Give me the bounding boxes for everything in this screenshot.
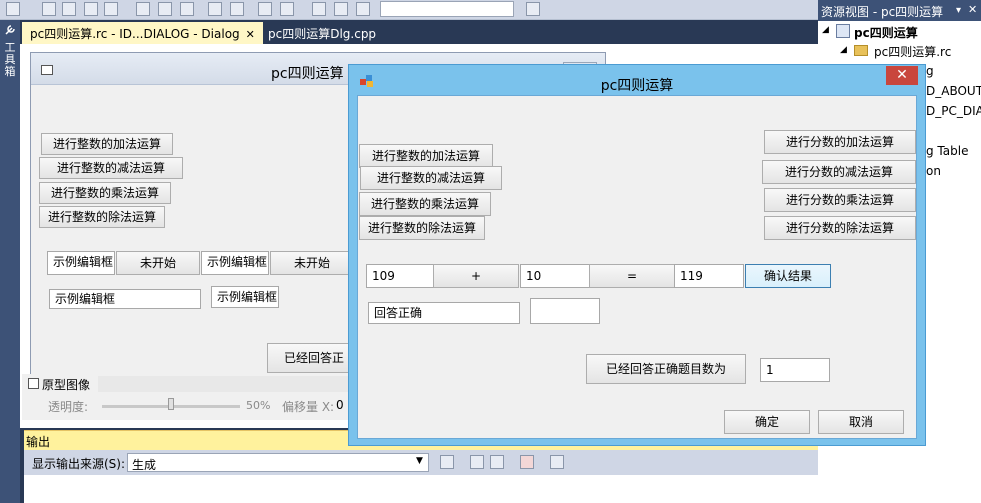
designer-title: pc四则运算	[271, 66, 344, 82]
folder-icon	[854, 45, 868, 56]
next-message-icon[interactable]	[490, 455, 504, 469]
correct-count-button[interactable]: 已经回答正确题目数为	[586, 354, 746, 384]
tree-item-string-table[interactable]: g Table	[926, 144, 968, 158]
dialog-title: pc四则运算	[600, 78, 674, 94]
toolbox-strip[interactable]: 工具箱	[0, 20, 20, 503]
sample-edit-1[interactable]: 示例编辑框	[47, 251, 115, 275]
int-mul-button[interactable]: 进行整数的乘法运算	[359, 192, 491, 216]
opacity-label: 透明度:	[48, 400, 89, 414]
opacity-value: 50%	[246, 399, 271, 412]
close-icon: ✕	[896, 67, 908, 83]
slider-thumb[interactable]	[168, 398, 174, 410]
operand1-field[interactable]: 109	[366, 264, 434, 288]
output-source-value: 生成	[132, 458, 157, 472]
correct-count-field[interactable]: 1	[760, 358, 830, 382]
output-source-label: 显示输出来源(S):	[32, 457, 126, 471]
not-started-2[interactable]: 未开始	[270, 251, 354, 275]
tree-item-pc-dialog[interactable]: D_PC_DIA	[926, 104, 981, 118]
align-center-icon[interactable]	[62, 2, 76, 16]
operator-button[interactable]: +	[433, 264, 519, 288]
align-top-icon[interactable]	[104, 2, 118, 16]
frac-div-button[interactable]: 进行分数的除法运算	[764, 216, 916, 240]
int-add-button[interactable]: 进行整数的加法运算	[359, 144, 493, 168]
center-vertical-icon[interactable]	[258, 2, 272, 16]
sample-edit-3[interactable]: 示例编辑框	[49, 289, 201, 309]
toolbar-combo[interactable]	[380, 1, 514, 17]
collapse-icon[interactable]: ◢	[840, 45, 847, 55]
frac-add-button[interactable]: 进行分数的加法运算	[764, 130, 916, 154]
clear-all-icon[interactable]	[520, 455, 534, 469]
guides-icon[interactable]	[334, 2, 348, 16]
center-horizontal-icon[interactable]	[280, 2, 294, 16]
wrench-icon	[5, 25, 15, 35]
make-same-height-icon[interactable]	[158, 2, 172, 16]
equals-button[interactable]: =	[589, 264, 675, 288]
word-wrap-icon[interactable]	[550, 455, 564, 469]
sample-edit-2[interactable]: 示例编辑框	[201, 251, 269, 275]
resource-view-title: 资源视图 - pc四则运算	[821, 5, 944, 19]
project-icon	[836, 24, 850, 38]
output-title: 输出	[26, 435, 51, 449]
save-icon[interactable]	[6, 2, 20, 16]
tab-label: pc四则运算.rc - ID...DIALOG - Dialog	[30, 27, 240, 41]
space-down-icon[interactable]	[230, 2, 244, 16]
confirm-button[interactable]: 确认结果	[745, 264, 831, 288]
int-add-button[interactable]: 进行整数的加法运算	[41, 133, 173, 155]
extra-field[interactable]	[530, 298, 600, 324]
frac-mul-button[interactable]: 进行分数的乘法运算	[764, 188, 916, 212]
make-same-width-icon[interactable]	[136, 2, 150, 16]
pc-calculator-dialog: pc四则运算 ✕ 进行整数的加法运算 进行整数的减法运算 进行整数的乘法运算 进…	[348, 64, 926, 446]
align-right-icon[interactable]	[84, 2, 98, 16]
prototype-label: 原型图像	[42, 378, 91, 392]
dialog-client: 进行整数的加法运算 进行整数的减法运算 进行整数的乘法运算 进行整数的除法运算 …	[357, 95, 917, 439]
find-in-output-icon[interactable]	[440, 455, 454, 469]
output-toolbar: 显示输出来源(S): 生成 ▼	[24, 450, 818, 475]
int-div-button[interactable]: 进行整数的除法运算	[39, 206, 165, 228]
operand2-field[interactable]: 10	[520, 264, 590, 288]
main-toolbar	[0, 0, 818, 20]
toolbar-options-icon[interactable]	[526, 2, 540, 16]
toolbox-label: 工具箱	[4, 41, 16, 78]
tab-rc-dialog[interactable]: pc四则运算.rc - ID...DIALOG - Dialog ✕	[22, 22, 263, 44]
resource-view-header: 资源视图 - pc四则运算 ▾ ✕	[818, 0, 981, 21]
tree-item-about[interactable]: D_ABOUT	[926, 84, 981, 98]
chevron-down-icon: ▼	[416, 456, 423, 466]
tab-label: pc四则运算Dlg.cpp	[268, 27, 377, 41]
prototype-checkbox[interactable]	[28, 378, 39, 389]
close-button[interactable]: ✕	[886, 66, 918, 85]
tree-item-version[interactable]: on	[926, 164, 941, 178]
cancel-button[interactable]: 取消	[818, 410, 904, 434]
close-icon[interactable]: ✕	[246, 28, 255, 41]
result-field[interactable]: 回答正确	[368, 302, 520, 324]
offset-value[interactable]: 0	[336, 398, 344, 412]
ok-button[interactable]: 确定	[724, 410, 810, 434]
sample-edit-4[interactable]: 示例编辑框	[211, 286, 279, 308]
window-icon	[41, 65, 53, 75]
space-across-icon[interactable]	[208, 2, 222, 16]
int-sub-button[interactable]: 进行整数的减法运算	[360, 166, 502, 190]
output-text[interactable]	[24, 475, 818, 503]
make-same-size-icon[interactable]	[180, 2, 194, 16]
document-tabs: pc四则运算.rc - ID...DIALOG - Dialog ✕ pc四则运算…	[20, 20, 818, 44]
pin-icon[interactable]: ▾	[956, 5, 961, 16]
offset-label: 偏移量 X:	[282, 400, 335, 414]
output-source-select[interactable]: 生成 ▼	[127, 453, 429, 472]
grid-icon[interactable]	[312, 2, 326, 16]
tab-dlg-cpp[interactable]: pc四则运算Dlg.cpp	[260, 22, 384, 44]
tree-project[interactable]: pc四则运算	[854, 24, 918, 41]
align-left-icon[interactable]	[42, 2, 56, 16]
int-mul-button[interactable]: 进行整数的乘法运算	[39, 182, 171, 204]
test-dialog-icon[interactable]	[356, 2, 370, 16]
collapse-icon[interactable]: ◢	[822, 25, 829, 35]
tree-item-dialog[interactable]: g	[926, 64, 934, 78]
close-icon[interactable]: ✕	[968, 3, 977, 16]
int-sub-button[interactable]: 进行整数的减法运算	[39, 157, 183, 179]
frac-sub-button[interactable]: 进行分数的减法运算	[762, 160, 916, 184]
answer-field[interactable]: 119	[674, 264, 744, 288]
tree-rc-file[interactable]: pc四则运算.rc	[874, 43, 951, 60]
not-started-1[interactable]: 未开始	[116, 251, 200, 275]
int-div-button[interactable]: 进行整数的除法运算	[359, 216, 485, 240]
previous-message-icon[interactable]	[470, 455, 484, 469]
answered-button-partial[interactable]: 已经回答正	[267, 343, 357, 373]
